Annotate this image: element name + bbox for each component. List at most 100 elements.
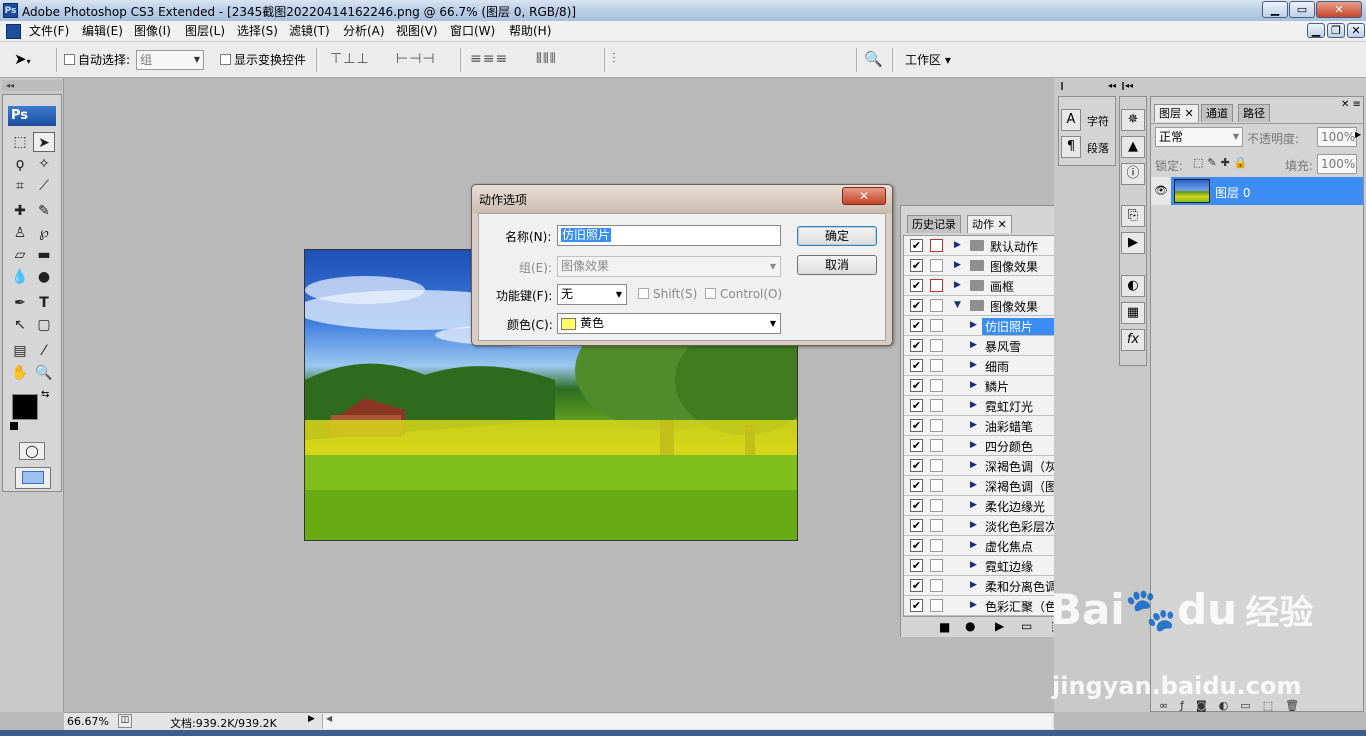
expand-right-icon[interactable]: ▶: [970, 320, 977, 330]
toggle-checkbox-icon[interactable]: ✔: [910, 279, 923, 292]
tab-paths[interactable]: 路径: [1238, 104, 1270, 122]
maximize-button[interactable]: ▭: [1289, 1, 1315, 18]
toggle-checkbox-icon[interactable]: ✔: [910, 419, 923, 432]
brush-tool-icon[interactable]: ✎: [33, 201, 55, 221]
dialog-toggle-icon[interactable]: [930, 319, 943, 332]
visibility-eye-icon[interactable]: 👁: [1151, 177, 1171, 205]
expand-right-icon[interactable]: ▶: [970, 360, 977, 370]
ok-button[interactable]: 确定: [797, 226, 877, 246]
align-left-icons[interactable]: ⊢⊣⊣: [396, 51, 436, 67]
eraser-tool-icon[interactable]: ▱: [9, 245, 31, 265]
slice-tool-icon[interactable]: ⟋: [33, 176, 55, 196]
paragraph-icon[interactable]: ¶: [1061, 136, 1081, 158]
group-dropdown[interactable]: 图像效果 ▼: [557, 256, 781, 277]
expand-right-icon[interactable]: ▶: [970, 560, 977, 570]
auto-select-dropdown[interactable]: 组 ▼: [136, 50, 204, 70]
toggle-checkbox-icon[interactable]: ✔: [910, 459, 923, 472]
shape-tool-icon[interactable]: ▢: [33, 315, 55, 335]
character-icon[interactable]: A: [1061, 109, 1081, 131]
expand-right-icon[interactable]: ▶: [970, 540, 977, 550]
dock-grip-icon-2[interactable]: ‖◂◂: [1121, 80, 1147, 91]
expand-right-icon[interactable]: ▶: [970, 420, 977, 430]
toggle-checkbox-icon[interactable]: ✔: [910, 499, 923, 512]
menu-image[interactable]: 图像(I): [131, 23, 174, 40]
dialog-toggle-icon[interactable]: [930, 299, 943, 312]
toggle-checkbox-icon[interactable]: ✔: [910, 519, 923, 532]
swap-colors-icon[interactable]: ⇆: [41, 389, 49, 400]
color-dropdown[interactable]: 黄色 ▼: [557, 313, 781, 334]
distribute-top-icons[interactable]: ≡≡≡: [470, 51, 508, 67]
toggle-checkbox-icon[interactable]: ✔: [910, 359, 923, 372]
dialog-toggle-icon[interactable]: [930, 339, 943, 352]
expand-right-icon[interactable]: ▶: [970, 600, 977, 610]
default-colors-icon[interactable]: [10, 422, 18, 430]
shift-checkbox[interactable]: [638, 288, 649, 299]
align-top-icons[interactable]: ⊤⊥⊥: [330, 51, 370, 67]
hand-tool-icon[interactable]: ✋: [9, 363, 31, 383]
eyedropper-tool-icon[interactable]: ⁄: [33, 341, 55, 361]
dodge-tool-icon[interactable]: ●: [33, 267, 55, 287]
dialog-toggle-icon[interactable]: [930, 359, 943, 372]
expand-right-icon[interactable]: ▶: [954, 260, 961, 270]
toggle-checkbox-icon[interactable]: ✔: [910, 539, 923, 552]
dialog-toggle-icon[interactable]: [930, 419, 943, 432]
play-icon[interactable]: ▶: [995, 619, 1004, 633]
dialog-close-button[interactable]: ✕: [842, 187, 886, 205]
move-tool-icon[interactable]: ➤▾: [14, 50, 31, 68]
dialog-toggle-icon[interactable]: [930, 239, 943, 252]
menu-window[interactable]: 窗口(W): [447, 23, 498, 40]
swatches-icon[interactable]: ◐: [1121, 275, 1145, 297]
menu-help[interactable]: 帮助(H): [506, 23, 554, 40]
marquee-tool-icon[interactable]: ⬚: [9, 132, 31, 152]
clone-stamp-tool-icon[interactable]: ♙: [9, 223, 31, 243]
toggle-checkbox-icon[interactable]: ✔: [910, 339, 923, 352]
magic-wand-tool-icon[interactable]: ✧: [33, 154, 55, 174]
toggle-checkbox-icon[interactable]: ✔: [910, 379, 923, 392]
menu-filter[interactable]: 滤镜(T): [286, 23, 333, 40]
notes-tool-icon[interactable]: ▤: [9, 341, 31, 361]
toggle-checkbox-icon[interactable]: ✔: [910, 259, 923, 272]
control-checkbox[interactable]: [705, 288, 716, 299]
menu-view[interactable]: 视图(V): [393, 23, 441, 40]
toolbox-collapse-icon[interactable]: ◂◂: [2, 80, 62, 91]
zoom-tool-icon[interactable]: 🔍: [33, 363, 55, 383]
menu-layer[interactable]: 图层(L): [182, 23, 228, 40]
doc-minimize-button[interactable]: ▁: [1307, 23, 1325, 38]
expand-right-icon[interactable]: ▶: [970, 400, 977, 410]
dialog-toggle-icon[interactable]: [930, 379, 943, 392]
expand-right-icon[interactable]: ▶: [970, 440, 977, 450]
layers-toolbar-icons[interactable]: ∞ƒ◙◐▭⬚🗑: [1151, 699, 1363, 713]
panel-menu-icon[interactable]: ✕ ≡: [1341, 99, 1361, 110]
dialog-toggle-icon[interactable]: [930, 599, 943, 612]
info-icon[interactable]: ⓘ: [1121, 163, 1145, 185]
expand-right-icon[interactable]: ▶: [970, 460, 977, 470]
dialog-toggle-icon[interactable]: [930, 579, 943, 592]
dialog-toggle-icon[interactable]: [930, 279, 943, 292]
opacity-field[interactable]: 100%: [1317, 127, 1357, 147]
screen-mode-icon[interactable]: [15, 467, 51, 489]
tab-channels[interactable]: 通道: [1201, 104, 1233, 122]
expand-right-icon[interactable]: ▶: [970, 380, 977, 390]
dock-grip-icon[interactable]: ‖ ◂◂: [1060, 80, 1116, 91]
toggle-checkbox-icon[interactable]: ✔: [910, 479, 923, 492]
opacity-arrow-icon[interactable]: ▶: [1355, 130, 1361, 139]
expand-right-icon[interactable]: ▶: [970, 580, 977, 590]
status-menu-arrow-icon[interactable]: ▶: [308, 714, 320, 728]
healing-brush-tool-icon[interactable]: ✚: [9, 201, 31, 221]
dialog-toggle-icon[interactable]: [930, 459, 943, 472]
actions-icon[interactable]: ▶: [1121, 232, 1145, 254]
history-brush-tool-icon[interactable]: ℘: [33, 223, 55, 243]
show-transform-checkbox[interactable]: [220, 54, 231, 65]
foreground-color-swatch[interactable]: [12, 394, 38, 420]
pen-tool-icon[interactable]: ✒: [9, 293, 31, 313]
menu-edit[interactable]: 编辑(E): [79, 23, 126, 40]
distribute-left-icons[interactable]: ⫴⫴⫴: [536, 51, 557, 67]
new-set-icon[interactable]: ▭: [1021, 619, 1032, 633]
dialog-toggle-icon[interactable]: [930, 399, 943, 412]
expand-right-icon[interactable]: ▶: [954, 280, 961, 290]
styles-icon[interactable]: fx: [1121, 329, 1145, 351]
tab-actions[interactable]: 动作 ✕: [967, 215, 1012, 233]
horizontal-scrollbar[interactable]: ◀: [322, 714, 1052, 729]
grid-icon[interactable]: ▦: [1121, 302, 1145, 324]
history-icon[interactable]: ⎘: [1121, 205, 1145, 227]
